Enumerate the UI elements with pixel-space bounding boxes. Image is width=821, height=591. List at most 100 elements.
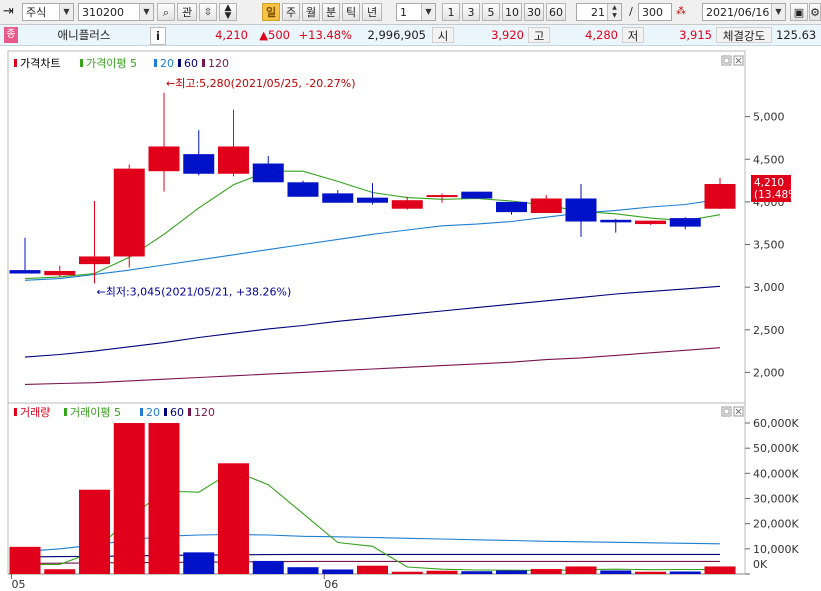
volume-bar <box>252 560 284 574</box>
save-icon: ▣ <box>793 6 805 19</box>
volume-bar <box>600 570 632 574</box>
quick-count-button[interactable]: 1 <box>442 3 460 21</box>
last-price-label: 4,210 <box>754 177 784 189</box>
price-y-axis: 5,0004,5004,0003,5003,0002,5002,000 <box>745 111 785 379</box>
quick-count-label: 60 <box>549 6 563 19</box>
candle-body <box>669 218 701 227</box>
settings-button[interactable]: ⚙ <box>809 3 821 21</box>
range-total-value: 300 <box>642 6 663 19</box>
period-month-button[interactable]: 월 <box>302 3 320 21</box>
period-year-button[interactable]: 년 <box>362 3 382 21</box>
stock-code-value: 310200 <box>82 6 124 19</box>
up-down-icon: ▲ ▼ <box>224 3 232 21</box>
open-price: 3,920 <box>491 28 524 42</box>
period-minute-button[interactable]: 분 <box>322 3 340 21</box>
candle-body <box>183 154 215 174</box>
search-button[interactable]: ⌕ <box>157 3 175 21</box>
volume-bar <box>635 571 666 574</box>
stock-code-input[interactable]: 310200 ▼ <box>78 3 154 21</box>
open-label: 시 <box>432 27 454 43</box>
price-tick-label: 5,000 <box>753 111 785 124</box>
period-label: 월 <box>305 6 317 19</box>
range-input[interactable]: 21 ▲ ▼ <box>576 3 622 21</box>
volume-legend-ma20: 20 <box>146 406 160 419</box>
period-week-button[interactable]: 주 <box>282 3 300 21</box>
period-tick-button[interactable]: 틱 <box>342 3 360 21</box>
range-total-input[interactable]: 300 <box>638 3 672 21</box>
period-label: 주 <box>285 6 297 19</box>
quote-bar: 종 애니플러스 i 4,210 ▲500 +13.48% 2,996,905 시… <box>0 25 821 46</box>
volume-bar <box>704 566 736 574</box>
toolbar: ⇥ 주식 ▼ 310200 ▼ ⌕ 관 ⇳ ▲ ▼ 일 주 월 분 틱 년 1 ▼… <box>0 0 821 25</box>
low-annotation: ←최저:3,045(2021/05/21, +38.26%) <box>97 285 292 298</box>
price-panel-close-icon[interactable] <box>733 55 744 66</box>
volume-bar <box>9 546 41 574</box>
low-label: 저 <box>622 27 644 43</box>
quick-count-button[interactable]: 30 <box>524 3 544 21</box>
period-label: 분 <box>325 6 337 19</box>
date-picker[interactable]: 2021/06/16 ▼ <box>702 3 786 21</box>
volume-bar <box>496 570 527 574</box>
volume-tick-label: 0K <box>753 558 768 571</box>
candle-body <box>530 198 562 213</box>
chevron-down-icon: ▼ <box>421 4 435 20</box>
quick-count-button[interactable]: 10 <box>502 3 522 21</box>
volume-bar <box>44 569 76 574</box>
price-volume-chart[interactable]: 가격차트 가격이평 5 20 60 120 거래량 거래이평 5 20 60 1… <box>0 46 821 591</box>
candle-body <box>79 256 110 265</box>
quick-count-label: 5 <box>487 6 495 19</box>
high-label: 고 <box>528 27 550 43</box>
candle-body <box>426 195 458 198</box>
quick-count-button[interactable]: 5 <box>482 3 500 21</box>
candle-body <box>9 270 41 274</box>
price-tick-label: 2,000 <box>753 366 785 379</box>
quick-count-button[interactable]: 3 <box>462 3 480 21</box>
volume-bar <box>391 571 423 574</box>
quick-count-label: 3 <box>467 6 475 19</box>
exit-icon[interactable]: ⇥ <box>3 3 21 21</box>
save-button[interactable]: ▣ <box>790 3 808 21</box>
period-label: 년 <box>366 6 378 19</box>
price-legend-ma120: 120 <box>208 57 229 70</box>
strength-value: 125.63 <box>776 28 817 42</box>
candle-body <box>635 220 666 225</box>
last-pct-label: (13.48%) <box>754 189 802 201</box>
volume-panel-close-icon[interactable] <box>733 406 744 417</box>
price-legend: 가격차트 가격이평 5 20 60 120 <box>14 57 229 70</box>
price-panel-restore-icon[interactable] <box>721 55 732 66</box>
price-legend-ma5: 가격이평 5 <box>86 57 137 70</box>
zoom-icon[interactable]: ⁂ <box>676 3 690 21</box>
high-price: 4,280 <box>585 28 618 42</box>
x-tick-label: 05 <box>12 578 26 591</box>
volume-bar <box>565 566 597 574</box>
chevron-down-icon: ▼ <box>771 4 785 20</box>
range-value: 21 <box>591 6 605 19</box>
volume-legend-ma120: 120 <box>194 406 215 419</box>
volume-legend-ma5: 거래이평 5 <box>70 406 121 419</box>
spin-icon[interactable]: ▲ ▼ <box>607 4 621 20</box>
volume-bar <box>148 423 180 574</box>
link-button[interactable]: ⇳ <box>199 3 217 21</box>
volume-tick-label: 50,000K <box>753 442 799 455</box>
market-badge: 종 <box>4 27 18 43</box>
candle-body <box>218 146 249 174</box>
watchlist-button[interactable]: 관 <box>177 3 197 21</box>
high-annotation: ←최고:5,280(2021/05/25, -20.27%) <box>166 77 356 90</box>
volume-bar <box>357 565 388 574</box>
volume-tick-label: 10,000K <box>753 543 799 556</box>
candle-body <box>44 270 76 276</box>
volume-tick-label: 60,000K <box>753 417 799 430</box>
chevron-down-icon: ▼ <box>59 4 73 20</box>
chevron-down-icon: ▼ <box>139 4 153 20</box>
market-select[interactable]: 주식 ▼ <box>22 3 74 21</box>
scroll-stepper[interactable]: ▲ ▼ <box>219 3 237 21</box>
trade-volume: 2,996,905 <box>367 28 426 42</box>
volume-bar <box>426 570 458 574</box>
interval-select[interactable]: 1 ▼ <box>396 3 436 21</box>
info-icon[interactable]: i <box>150 27 166 45</box>
volume-bar <box>113 423 145 574</box>
volume-panel-restore-icon[interactable] <box>721 406 732 417</box>
low-price: 3,915 <box>679 28 712 42</box>
quick-count-button[interactable]: 60 <box>546 3 566 21</box>
period-day-button[interactable]: 일 <box>262 3 280 21</box>
